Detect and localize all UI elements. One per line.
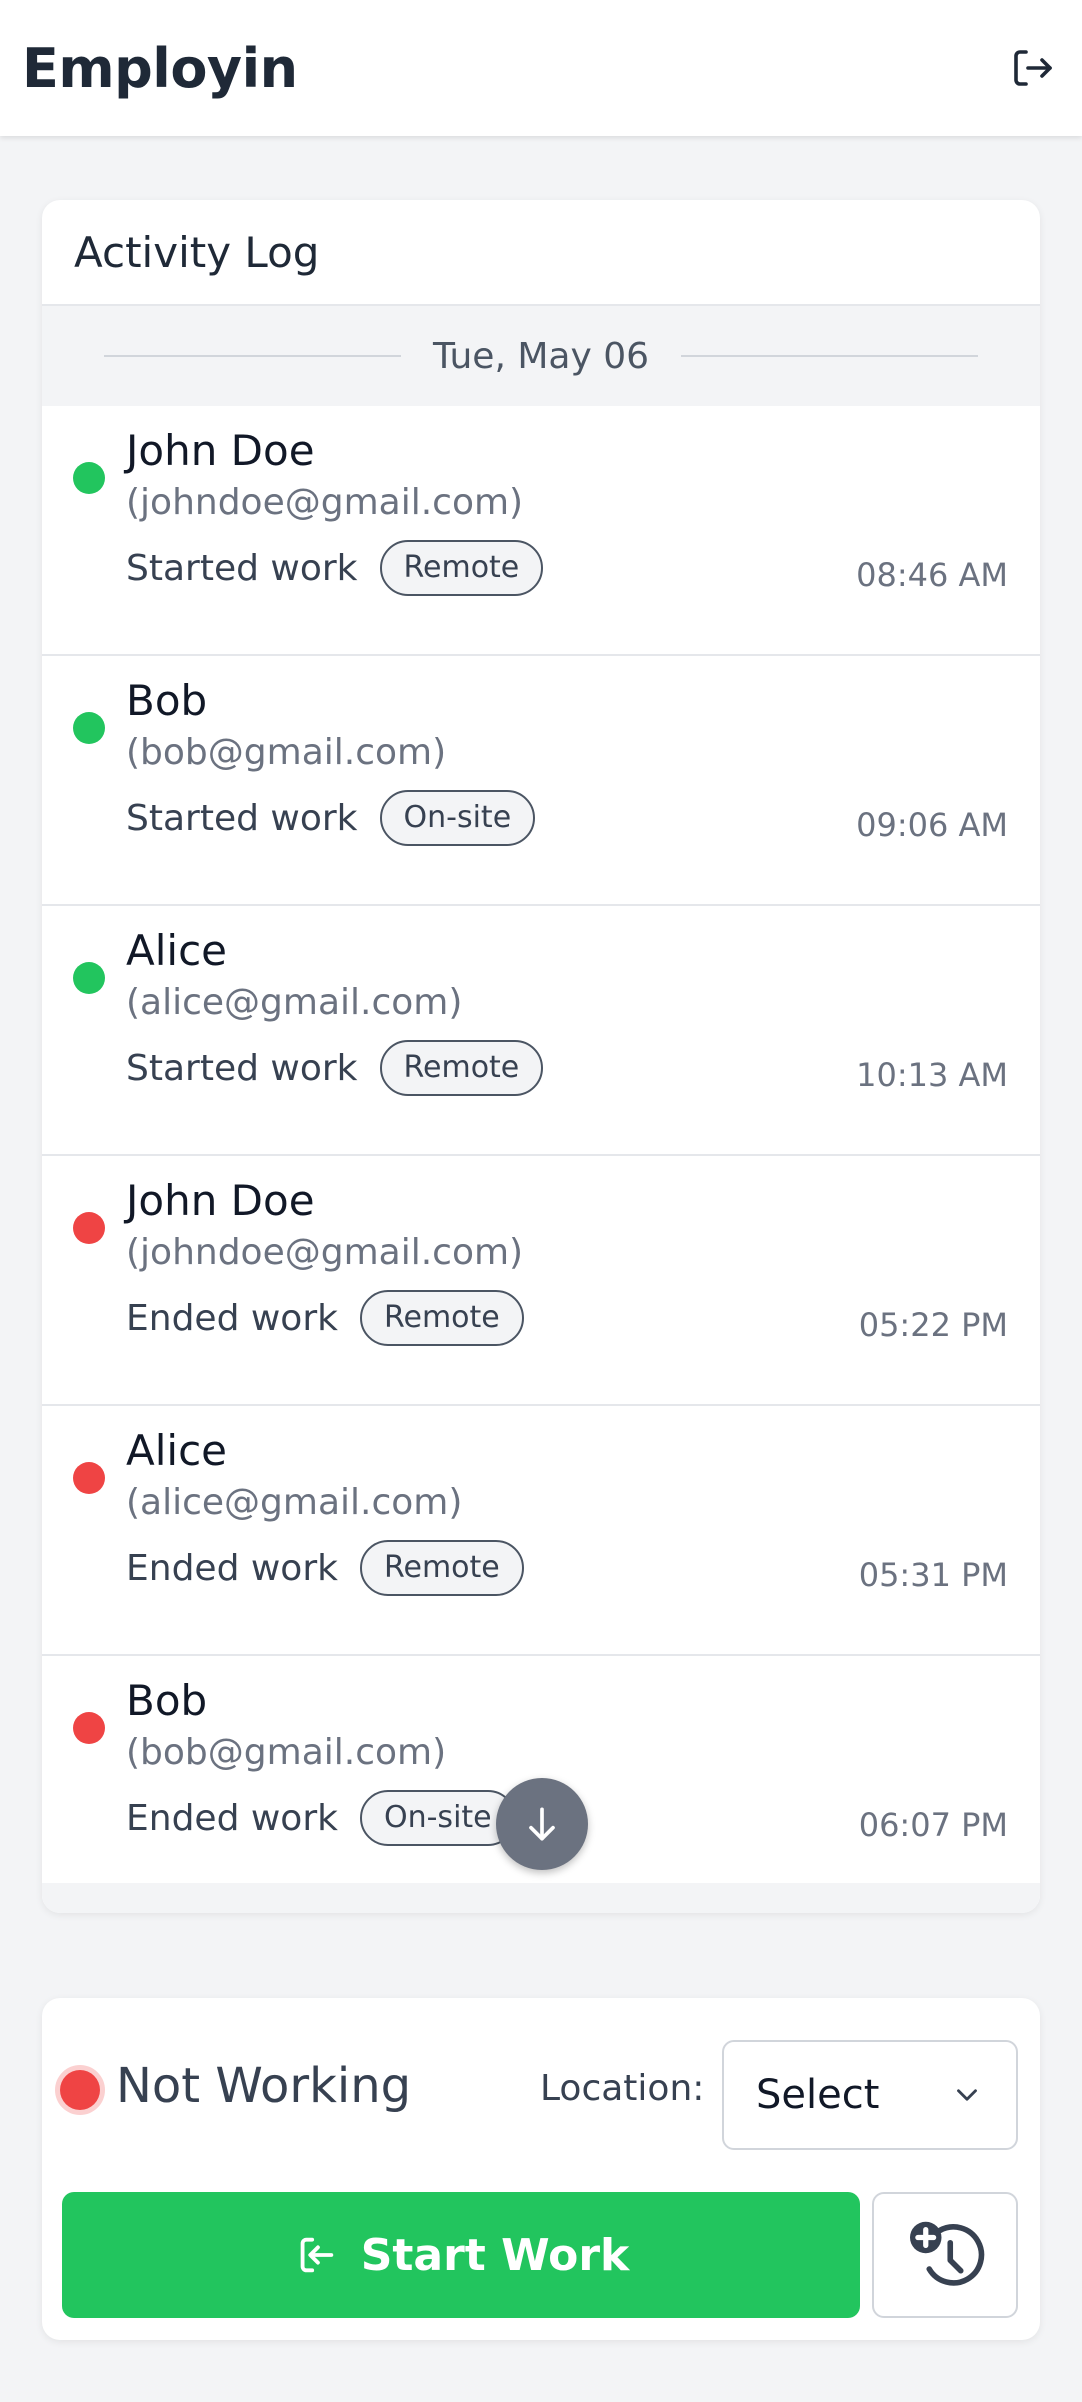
status-indicator [60,2070,100,2110]
log-entry: Bob (bob@gmail.com) Started work On-site… [42,656,1040,906]
employee-name: John Doe [126,426,315,475]
logout-icon [1014,50,1052,86]
employee-email: (johndoe@gmail.com) [126,482,524,523]
divider [104,355,401,357]
action-text: Started work [126,797,358,839]
entry-time: 06:07 PM [858,1806,1008,1844]
status-dot [73,962,105,994]
employee-name: Alice [126,1426,228,1475]
action-row: Started work On-site [126,790,536,846]
action-text: Ended work [126,1797,338,1839]
status-dot [73,1212,105,1244]
entry-time: 05:31 PM [858,1556,1008,1594]
log-entry: Alice (alice@gmail.com) Started work Rem… [42,906,1040,1156]
activity-log-card: Activity Log Tue, May 06 John Doe (johnd… [42,200,1040,1913]
employee-email: (alice@gmail.com) [126,1482,463,1523]
employee-email: (bob@gmail.com) [126,1732,447,1773]
entry-time: 05:22 PM [858,1306,1008,1344]
log-entry: John Doe (johndoe@gmail.com) Started wor… [42,406,1040,656]
entry-time: 10:13 AM [856,1056,1008,1094]
action-text: Ended work [126,1297,338,1339]
status-dot [73,712,105,744]
employee-name: Alice [126,926,228,975]
history-button[interactable] [872,2192,1018,2318]
activity-log-title: Activity Log [42,200,1040,306]
status-dot [73,1462,105,1494]
location-badge: Remote [359,1540,524,1596]
history-add-icon [910,2221,985,2286]
date-label: Tue, May 06 [432,335,650,377]
date-separator: Tue, May 06 [42,306,1040,406]
location-badge: Remote [379,1040,544,1096]
employee-email: (johndoe@gmail.com) [126,1232,524,1273]
action-row: Ended work Remote [126,1290,524,1346]
app-header: Employin [0,0,1082,136]
action-row: Started work Remote [126,1040,544,1096]
employee-name: John Doe [126,1176,315,1225]
action-text: Started work [126,1047,358,1089]
work-status-text: Not Working [116,2058,412,2114]
start-work-button[interactable]: Start Work [62,2192,860,2318]
action-row: Ended work Remote [126,1540,524,1596]
list-footer [42,1883,1040,1913]
employee-email: (bob@gmail.com) [126,732,447,773]
status-dot [73,462,105,494]
employee-name: Bob [126,1676,208,1725]
action-row: Ended work On-site [126,1790,516,1846]
action-row: Started work Remote [126,540,544,596]
activity-log-list[interactable]: John Doe (johndoe@gmail.com) Started wor… [42,406,1040,1906]
start-work-label: Start Work [360,2229,630,2281]
login-icon [293,2232,339,2278]
employee-email: (alice@gmail.com) [126,982,463,1023]
status-dot [73,1712,105,1744]
action-text: Ended work [126,1547,338,1589]
entry-time: 09:06 AM [856,806,1008,844]
employee-name: Bob [126,676,208,725]
divider [681,355,978,357]
logout-button[interactable] [1004,40,1060,96]
location-badge: On-site [379,790,536,846]
action-text: Started work [126,547,358,589]
location-select-value: Select [756,2072,880,2118]
work-control-panel: Not Working Location: Select Start Work [42,1998,1040,2340]
location-badge: Remote [379,540,544,596]
scroll-to-bottom-button[interactable] [496,1778,588,1870]
log-entry: John Doe (johndoe@gmail.com) Ended work … [42,1156,1040,1406]
location-label: Location: [540,2068,705,2109]
arrow-down-icon [529,1807,555,1841]
chevron-down-icon [957,2089,977,2101]
location-badge: Remote [359,1290,524,1346]
entry-time: 08:46 AM [856,556,1008,594]
log-entry: Alice (alice@gmail.com) Ended work Remot… [42,1406,1040,1656]
app-title: Employin [22,36,298,100]
location-select[interactable]: Select [722,2040,1018,2150]
location-badge: On-site [359,1790,516,1846]
